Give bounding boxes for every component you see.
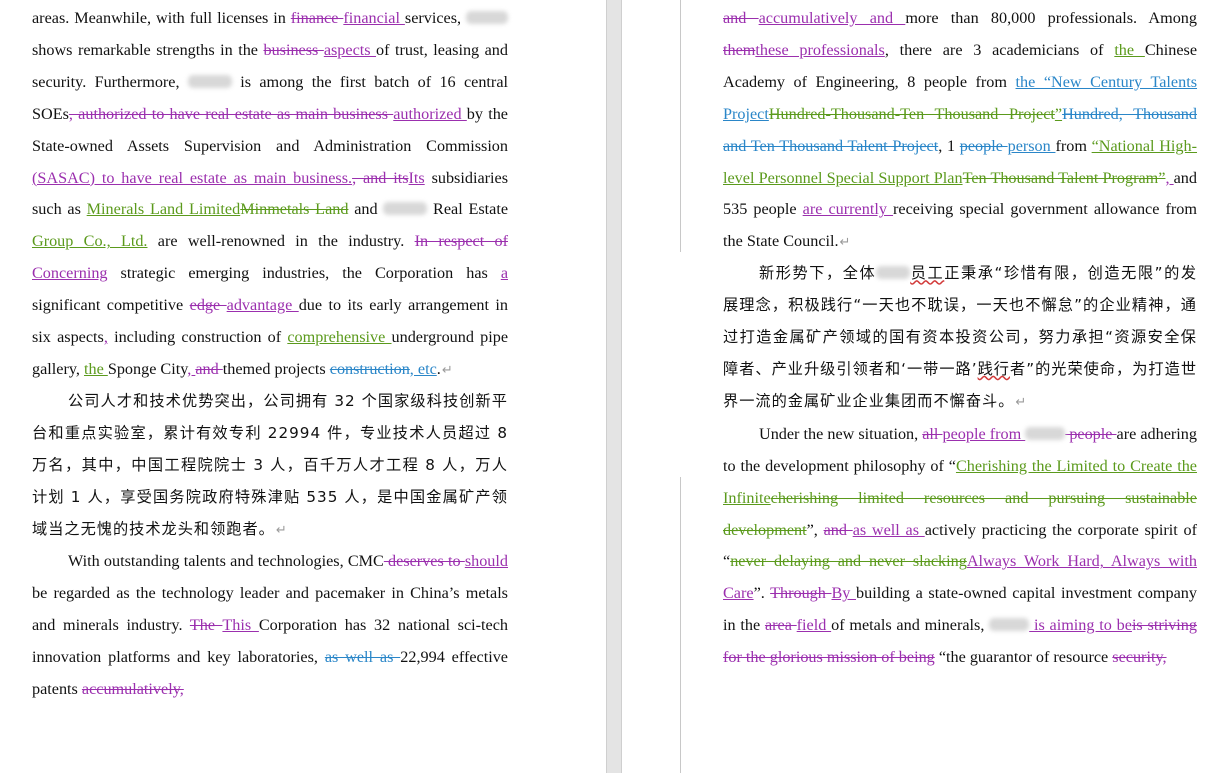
tracked-insertion[interactable]: is aiming to be (1029, 616, 1132, 634)
tracked-deletion[interactable]: Through (770, 584, 831, 602)
tracked-deletion[interactable]: construction (330, 360, 410, 378)
tracked-deletion[interactable]: and (824, 521, 853, 539)
text-boundary-marker (680, 0, 681, 252)
paragraph-mark-icon: ↵ (1015, 394, 1028, 410)
tracked-insertion[interactable]: authorized (393, 105, 467, 123)
tracked-deletion[interactable]: people (1065, 425, 1116, 443)
tracked-deletion[interactable]: area (765, 616, 797, 634)
tracked-insertion[interactable]: (SASAC) to have real estate as main busi… (32, 169, 352, 187)
tracked-insertion[interactable]: Concerning (32, 264, 108, 282)
tracked-deletion[interactable]: never delaying and never slacking (730, 552, 967, 570)
redacted-company-name (989, 618, 1030, 632)
tracked-insertion[interactable]: This (222, 616, 258, 634)
spelling-flagged-text: 员工 (910, 264, 945, 283)
left-page-body: areas. Meanwhile, with full licenses in … (32, 0, 508, 706)
paragraph-english-4[interactable]: Under the new situation, all people from… (723, 419, 1197, 674)
redacted-company-name (187, 74, 232, 88)
paragraph-chinese-1[interactable]: 公司人才和技术优势突出，公司拥有 32 个国家级科技创新平台和重点实验室，累计有… (32, 386, 508, 547)
tracked-deletion[interactable]: Ten Thousand Talent Program” (963, 169, 1166, 187)
left-document-page: areas. Meanwhile, with full licenses in … (0, 0, 606, 773)
right-page-body: and accumulatively and more than 80,000 … (723, 0, 1197, 674)
tracked-deletion[interactable]: The (190, 616, 223, 634)
tracked-deletion[interactable]: Hundred-Thousand-Ten Thousand Project (769, 105, 1055, 123)
tracked-deletion[interactable]: , authorized to have real estate as main… (69, 105, 393, 123)
tracked-deletion[interactable]: and (195, 360, 222, 378)
tracked-insertion[interactable]: person (1008, 137, 1056, 155)
paragraph-english-1[interactable]: areas. Meanwhile, with full licenses in … (32, 3, 508, 386)
tracked-deletion[interactable]: them (723, 41, 755, 59)
tracked-insertion[interactable]: a (501, 264, 508, 282)
tracked-insertion[interactable]: accumulatively and (759, 9, 906, 27)
tracked-insertion[interactable]: Group Co., Ltd. (32, 232, 147, 250)
paragraph-mark-icon: ↵ (839, 234, 851, 250)
tracked-deletion[interactable]: edge (190, 296, 227, 314)
tracked-insertion[interactable]: as well as (853, 521, 925, 539)
tracked-insertion[interactable]: the (84, 360, 108, 378)
paragraph-english-3[interactable]: and accumulatively and more than 80,000 … (723, 3, 1197, 258)
tracked-deletion[interactable]: In respect of (415, 232, 508, 250)
tracked-insertion[interactable]: people from (943, 425, 1026, 443)
tracked-deletion[interactable]: Minmetals Land (240, 200, 348, 218)
tracked-deletion[interactable]: as well as (325, 648, 400, 666)
tracked-insertion[interactable]: Its (409, 169, 425, 187)
tracked-insertion[interactable]: should (465, 552, 508, 570)
right-document-page: and accumulatively and more than 80,000 … (622, 0, 1217, 773)
paragraph-english-2[interactable]: With outstanding talents and technologie… (32, 546, 508, 706)
tracked-insertion[interactable]: these professionals (755, 41, 884, 59)
tracked-insertion[interactable]: aspects (324, 41, 376, 59)
tracked-insertion[interactable]: advantage (227, 296, 299, 314)
tracked-insertion[interactable]: the (1114, 41, 1145, 59)
tracked-insertion[interactable]: , (1165, 169, 1173, 187)
redacted-company-name (876, 266, 911, 280)
tracked-deletion[interactable]: accumulatively, (82, 680, 184, 698)
tracked-deletion[interactable]: all (922, 425, 942, 443)
tracked-deletion[interactable]: and (723, 9, 759, 27)
redacted-company-name (383, 202, 428, 216)
tracked-insertion[interactable]: are currently (803, 200, 893, 218)
tracked-deletion[interactable]: deserves to (384, 552, 465, 570)
redacted-company-name (466, 11, 508, 24)
redacted-company-name (1025, 426, 1066, 440)
page-gutter (606, 0, 622, 773)
tracked-insertion[interactable]: By (832, 584, 857, 602)
tracked-insertion[interactable]: , etc (410, 360, 437, 378)
tracked-insertion[interactable]: field (797, 616, 831, 634)
paragraph-chinese-2[interactable]: 新形势下，全体 员工正秉承“珍惜有限，创造无限”的发展理念，积极践行“一天也不耽误… (723, 258, 1197, 419)
paragraph-mark-icon: ↵ (275, 522, 288, 538)
tracked-insertion[interactable]: ” (1055, 105, 1062, 123)
spelling-flagged-text: 践行 (977, 359, 1010, 378)
tracked-deletion[interactable]: people (960, 137, 1008, 155)
text-boundary-marker (680, 477, 681, 773)
paragraph-mark-icon: ↵ (441, 361, 453, 377)
tracked-deletion[interactable]: finance (291, 9, 344, 27)
tracked-insertion[interactable]: financial (343, 9, 405, 27)
tracked-insertion[interactable]: comprehensive (287, 328, 391, 346)
tracked-insertion[interactable]: Minerals Land Limited (87, 200, 241, 218)
tracked-deletion[interactable]: business (263, 41, 323, 59)
tracked-deletion[interactable]: , and its (352, 169, 408, 187)
tracked-deletion[interactable]: security, (1112, 648, 1166, 666)
